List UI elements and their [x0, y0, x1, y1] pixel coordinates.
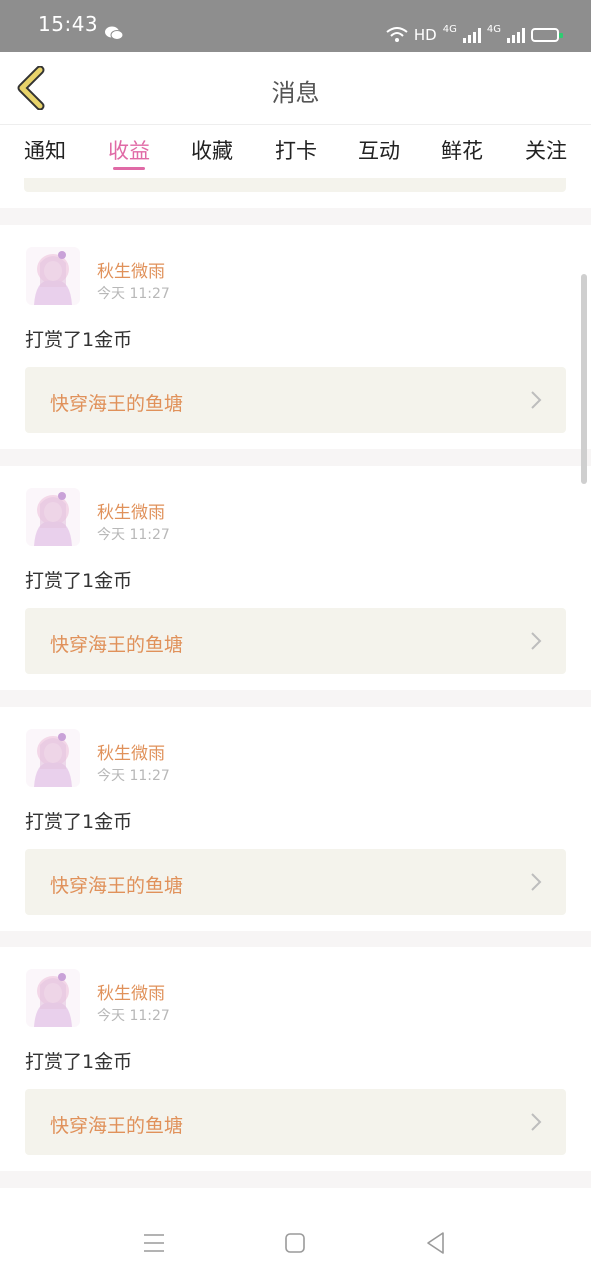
wechat-icon — [105, 26, 124, 40]
message-text: 打赏了1金币 — [25, 329, 133, 351]
scrollbar[interactable] — [581, 274, 587, 484]
signal-icon — [462, 27, 481, 43]
book-link[interactable]: 快穿海王的鱼塘 — [25, 367, 566, 433]
avatar[interactable] — [26, 969, 80, 1027]
wifi-icon — [386, 27, 408, 42]
tab-checkin[interactable]: 打卡 — [275, 135, 317, 165]
book-title: 快穿海王的鱼塘 — [50, 875, 184, 897]
chevron-right-icon — [531, 391, 542, 409]
message-list[interactable]: 秋生微雨 今天 11:27 打赏了1金币 快穿海王的鱼塘 秋生微雨 今天 11:… — [0, 178, 591, 1188]
tab-bar: 通知 收益 收藏 打卡 互动 鲜花 关注 — [0, 124, 591, 178]
book-title: 快穿海王的鱼塘 — [50, 634, 184, 656]
list-item: 秋生微雨 今天 11:27 打赏了1金币 快穿海王的鱼塘 — [0, 225, 591, 449]
message-time: 今天 11:27 — [97, 527, 170, 543]
tab-interaction[interactable]: 互动 — [358, 135, 400, 165]
battery-icon — [531, 28, 563, 42]
book-link[interactable]: 快穿海王的鱼塘 — [25, 1089, 566, 1155]
avatar[interactable] — [26, 488, 80, 546]
list-item: 秋生微雨 今天 11:27 打赏了1金币 快穿海王的鱼塘 — [0, 947, 591, 1171]
chevron-right-icon — [531, 873, 542, 891]
user-name[interactable]: 秋生微雨 — [97, 739, 165, 764]
tab-notice[interactable]: 通知 — [24, 135, 66, 165]
system-nav-bar — [0, 1188, 591, 1280]
page-title: 消息 — [271, 79, 320, 107]
book-title: 快穿海王的鱼塘 — [50, 1115, 184, 1137]
status-bar: 15:43 HD 4G 4G — [0, 0, 591, 52]
book-link[interactable]: 快穿海王的鱼塘 — [25, 849, 566, 915]
user-name[interactable]: 秋生微雨 — [97, 498, 165, 523]
message-time: 今天 11:27 — [97, 286, 170, 302]
book-link[interactable]: 快穿海王的鱼塘 — [25, 608, 566, 674]
list-item: 秋生微雨 今天 11:27 打赏了1金币 快穿海王的鱼塘 — [0, 707, 591, 931]
chevron-right-icon — [531, 1113, 542, 1131]
book-title: 快穿海王的鱼塘 — [50, 393, 184, 415]
back-icon[interactable] — [423, 1230, 449, 1256]
message-text: 打赏了1金币 — [25, 811, 133, 833]
message-text: 打赏了1金币 — [25, 1051, 133, 1073]
user-name[interactable]: 秋生微雨 — [97, 257, 165, 282]
tab-flowers[interactable]: 鲜花 — [441, 135, 483, 165]
avatar[interactable] — [26, 729, 80, 787]
sim1-label: 4G — [442, 24, 457, 35]
message-time: 今天 11:27 — [97, 1008, 170, 1024]
message-time: 今天 11:27 — [97, 768, 170, 784]
sim2-label: 4G — [486, 24, 501, 35]
signal-icon-2 — [507, 27, 525, 43]
list-item: 秋生微雨 今天 11:27 打赏了1金币 快穿海王的鱼塘 — [0, 466, 591, 690]
tab-earnings[interactable]: 收益 — [108, 135, 150, 165]
message-text: 打赏了1金币 — [25, 570, 133, 592]
network-label: HD — [413, 26, 437, 44]
user-name[interactable]: 秋生微雨 — [97, 979, 165, 1004]
home-icon[interactable] — [282, 1230, 308, 1256]
chevron-right-icon — [531, 632, 542, 650]
list-item-partial — [0, 178, 591, 208]
tab-follow[interactable]: 关注 — [525, 135, 567, 165]
avatar[interactable] — [26, 247, 80, 305]
tab-favorites[interactable]: 收藏 — [191, 135, 233, 165]
app-header: 消息 — [0, 52, 591, 124]
menu-icon[interactable] — [141, 1230, 167, 1256]
active-tab-indicator — [113, 167, 145, 170]
status-time: 15:43 — [38, 12, 99, 36]
